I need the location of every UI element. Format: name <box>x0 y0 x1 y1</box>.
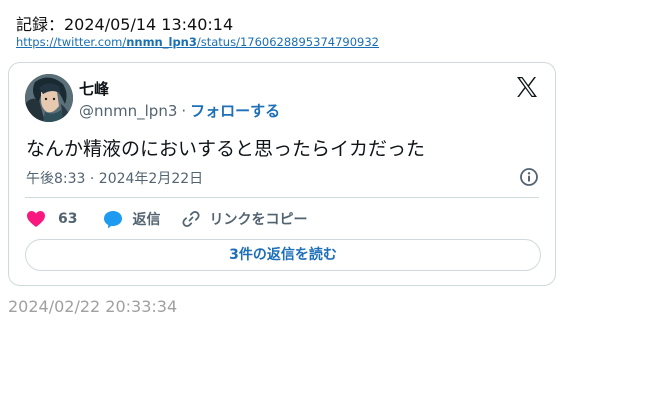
speech-bubble-icon <box>104 210 123 228</box>
action-bar: 63 返信 リンクをコピー <box>26 207 307 231</box>
url-suffix: /status/1760628895374790932 <box>196 35 379 49</box>
reply-button[interactable]: 返信 <box>103 209 160 229</box>
follow-button[interactable]: フォローする <box>190 102 280 120</box>
post-timestamp: 2024/02/22 20:33:34 <box>8 297 178 316</box>
display-name[interactable]: 七峰 <box>79 78 109 99</box>
embedded-tweet-card: 七峰 @nnmn_lpn3 · フォローする なんか精液のにおいすると思ったらイカだ… <box>8 62 556 286</box>
tweet-text: なんか精液のにおいすると思ったらイカだった <box>26 138 426 160</box>
divider <box>25 197 539 198</box>
like-count: 63 <box>58 211 78 227</box>
heart-icon <box>27 211 45 227</box>
like-button[interactable]: 63 <box>26 210 77 228</box>
x-logo-icon[interactable] <box>515 75 539 99</box>
separator-dot: · <box>181 102 187 120</box>
handle-row: @nnmn_lpn3 · フォローする <box>79 100 280 121</box>
reply-label: 返信 <box>132 212 161 228</box>
url-prefix: https://twitter.com/ <box>16 35 127 49</box>
tweet-timestamp[interactable]: 午後8:33 · 2024年2月22日 <box>26 168 203 188</box>
avatar[interactable] <box>25 74 73 122</box>
copy-link-label: リンクをコピー <box>209 212 308 228</box>
link-icon <box>182 210 201 228</box>
copy-link-button[interactable]: リンクをコピー <box>182 209 307 229</box>
read-replies-button[interactable]: 3件の返信を読む <box>25 239 541 271</box>
avatar-image <box>25 74 73 122</box>
tweet-url-link[interactable]: https://twitter.com/nnmn_lpn3/status/176… <box>16 35 379 49</box>
info-icon[interactable] <box>519 167 539 187</box>
user-handle[interactable]: @nnmn_lpn3 <box>79 102 177 120</box>
url-username: nnmn_lpn3 <box>126 35 197 49</box>
record-timestamp: 記録：2024/05/14 13:40:14 <box>16 15 234 34</box>
